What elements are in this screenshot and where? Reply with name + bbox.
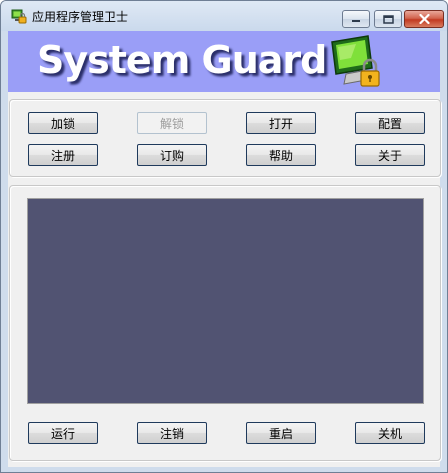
- banner-title: System Guard: [37, 38, 327, 82]
- shutdown-button[interactable]: 关机: [355, 422, 425, 444]
- help-button[interactable]: 帮助: [246, 144, 316, 166]
- lock-button[interactable]: 加锁: [28, 112, 98, 134]
- shield-app-icon: [11, 9, 27, 24]
- about-button[interactable]: 关于: [355, 144, 425, 166]
- open-button[interactable]: 打开: [246, 112, 316, 134]
- register-button[interactable]: 注册: [28, 144, 98, 166]
- client-area: System Guard 加锁 解锁 打开 配置 注册 订购 帮助 关于 运行 …: [8, 31, 441, 467]
- order-button[interactable]: 订购: [137, 144, 207, 166]
- app-window: 应用程序管理卫士 System Guard 加锁 解锁 打开 配置 注册 订购 …: [0, 0, 448, 473]
- config-button[interactable]: 配置: [355, 112, 425, 134]
- window-title: 应用程序管理卫士: [32, 10, 129, 24]
- maximize-icon: [382, 14, 394, 24]
- monitor-lock-icon: [331, 35, 380, 87]
- close-icon: [418, 14, 430, 24]
- unlock-button: 解锁: [137, 112, 207, 134]
- close-button[interactable]: [404, 10, 444, 28]
- display-panel: [27, 198, 424, 404]
- title-bar[interactable]: 应用程序管理卫士: [1, 1, 447, 31]
- maximize-button[interactable]: [374, 10, 402, 28]
- banner: System Guard: [8, 31, 440, 92]
- restart-button[interactable]: 重启: [246, 422, 316, 444]
- run-button[interactable]: 运行: [28, 422, 98, 444]
- minimize-icon: [352, 20, 360, 22]
- minimize-button[interactable]: [342, 10, 370, 28]
- logoff-button[interactable]: 注销: [137, 422, 207, 444]
